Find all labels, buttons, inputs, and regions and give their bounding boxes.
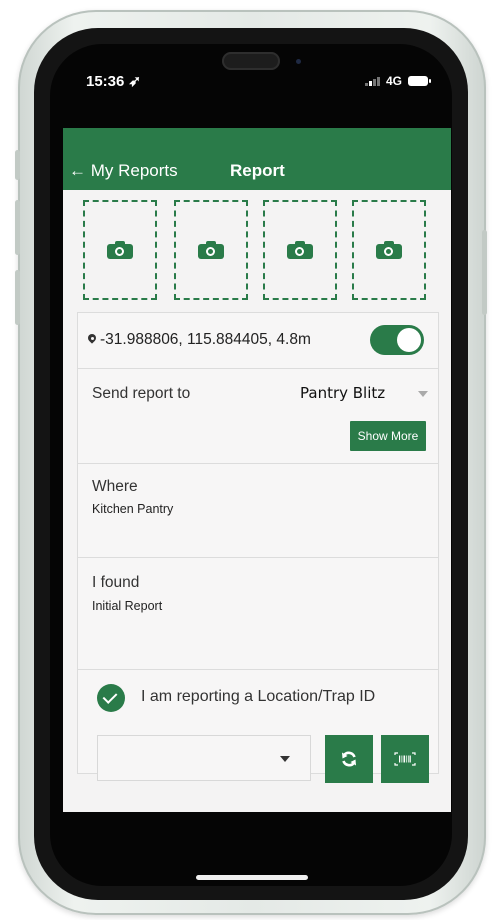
phone-power-button <box>482 230 487 315</box>
send-report-value: Pantry Blitz <box>300 384 386 402</box>
gps-coordinates: -31.988806, 115.884405, 4.8m <box>100 331 311 348</box>
refresh-button[interactable] <box>325 735 373 783</box>
divider <box>78 557 438 558</box>
camera-icon <box>376 241 402 259</box>
send-report-label: Send report to <box>92 385 191 402</box>
front-camera <box>296 59 301 64</box>
page-title: Report <box>230 161 285 180</box>
chevron-down-icon <box>418 391 428 397</box>
i-found-value[interactable]: Initial Report <box>92 599 162 613</box>
show-more-button[interactable]: Show More <box>350 421 426 451</box>
back-to-my-reports-link[interactable]: ← My Reports <box>69 161 178 181</box>
status-indicators: 4G <box>364 74 431 88</box>
network-label: 4G <box>385 74 402 88</box>
photo-slot-4[interactable] <box>352 200 426 300</box>
home-indicator[interactable] <box>196 875 308 880</box>
phone-side-button <box>15 150 20 180</box>
trap-id-checkbox[interactable] <box>97 684 125 712</box>
phone-volume-up-button <box>15 200 20 255</box>
chevron-down-icon <box>280 756 290 762</box>
barcode-scan-button[interactable] <box>381 735 429 783</box>
trap-id-select[interactable] <box>97 735 311 781</box>
divider <box>78 463 438 464</box>
camera-icon <box>198 241 224 259</box>
map-pin-icon <box>88 334 96 346</box>
location-toggle[interactable] <box>370 325 424 355</box>
toggle-knob <box>397 328 421 352</box>
where-value[interactable]: Kitchen Pantry <box>92 502 173 516</box>
report-form: -31.988806, 115.884405, 4.8m Send report… <box>63 190 451 812</box>
divider <box>78 669 438 670</box>
app-header: ← My Reports Report <box>63 128 451 190</box>
phone-volume-down-button <box>15 270 20 325</box>
battery-icon <box>408 76 431 86</box>
camera-icon <box>107 241 133 259</box>
camera-icon <box>287 241 313 259</box>
where-label: Where <box>92 478 138 495</box>
gps-location: -31.988806, 115.884405, 4.8m <box>88 331 311 349</box>
photo-slot-2[interactable] <box>174 200 248 300</box>
refresh-icon <box>340 750 358 768</box>
send-report-select[interactable]: Pantry Blitz <box>300 384 428 404</box>
photo-slot-3[interactable] <box>263 200 337 300</box>
earpiece-speaker <box>222 52 280 70</box>
i-found-label: I found <box>92 574 140 591</box>
photo-slot-1[interactable] <box>83 200 157 300</box>
trap-id-checkbox-label: I am reporting a Location/Trap ID <box>141 688 376 705</box>
divider <box>78 368 438 369</box>
signal-icon <box>364 76 380 86</box>
barcode-icon <box>394 752 416 766</box>
status-time: 15:36 ➶ <box>86 73 142 90</box>
